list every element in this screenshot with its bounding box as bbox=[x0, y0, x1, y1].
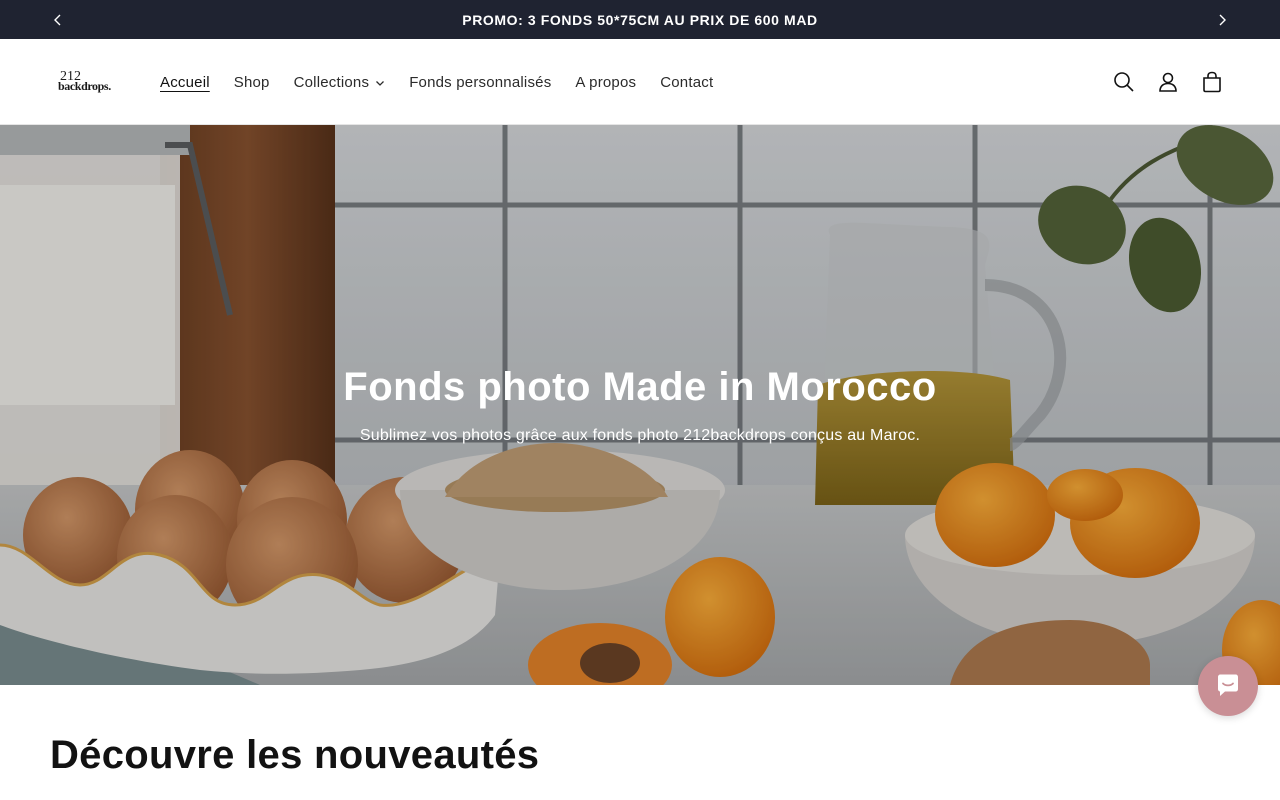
chat-button[interactable] bbox=[1198, 656, 1258, 716]
nav-item-label: Shop bbox=[233, 73, 270, 91]
search-button[interactable] bbox=[1102, 60, 1146, 104]
hero-title: Fonds photo Made in Morocco bbox=[343, 365, 937, 409]
account-button[interactable] bbox=[1146, 60, 1190, 104]
nav-item-a-propos[interactable]: A propos bbox=[563, 74, 648, 91]
chevron-down-icon bbox=[376, 81, 385, 86]
nav-item-fonds-personnalises[interactable]: Fonds personnalisés bbox=[397, 74, 563, 91]
chevron-left-icon bbox=[54, 14, 61, 25]
section-title-nouveautes: Découvre les nouveautés bbox=[50, 733, 540, 777]
nav-item-accueil[interactable]: Accueil bbox=[148, 74, 222, 91]
nav-item-label: Collections bbox=[293, 73, 370, 91]
cart-button[interactable] bbox=[1190, 60, 1234, 104]
hero-banner: Fonds photo Made in Morocco Sublimez vos… bbox=[0, 125, 1280, 685]
nav-item-collections[interactable]: Collections bbox=[282, 74, 398, 91]
nav-item-label: Contact bbox=[660, 73, 714, 91]
announcement-bar: PROMO: 3 FONDS 50*75CM AU PRIX DE 600 MA… bbox=[0, 0, 1280, 39]
chevron-right-icon bbox=[1219, 14, 1226, 25]
nav-item-label: Fonds personnalisés bbox=[409, 73, 552, 91]
announcement-prev-button[interactable] bbox=[38, 0, 78, 39]
cart-icon bbox=[1203, 71, 1221, 93]
announcement-next-button[interactable] bbox=[1202, 0, 1242, 39]
nav-item-contact[interactable]: Contact bbox=[648, 74, 725, 91]
chat-icon bbox=[1218, 674, 1238, 696]
nav-item-label: Accueil bbox=[160, 73, 210, 91]
nav-item-label: A propos bbox=[575, 73, 637, 91]
nav-item-shop[interactable]: Shop bbox=[222, 74, 282, 91]
site-logo[interactable]: 212 backdrops. bbox=[58, 70, 120, 93]
search-icon bbox=[1114, 72, 1134, 92]
logo-line-2: backdrops. bbox=[58, 79, 111, 93]
site-header: 212 backdrops. Accueil Shop Collections … bbox=[0, 39, 1280, 125]
hero-subtitle: Sublimez vos photos grâce aux fonds phot… bbox=[359, 427, 921, 444]
main-nav: Accueil Shop Collections Fonds personnal… bbox=[148, 39, 725, 125]
announcement-text[interactable]: PROMO: 3 FONDS 50*75CM AU PRIX DE 600 MA… bbox=[462, 12, 818, 28]
header-icons bbox=[1102, 39, 1234, 125]
account-icon bbox=[1159, 72, 1177, 92]
